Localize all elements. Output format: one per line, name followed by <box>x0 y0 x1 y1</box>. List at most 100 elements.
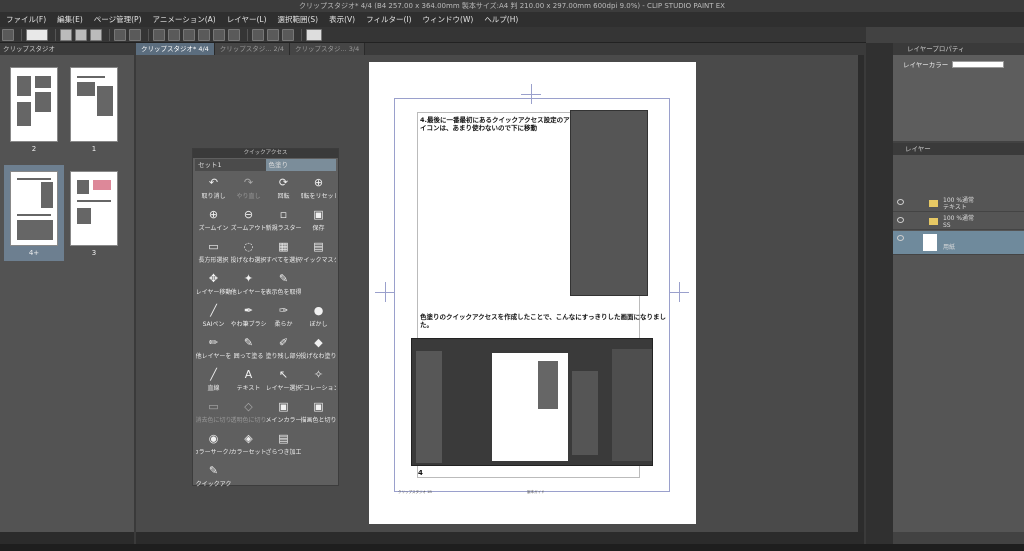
tool-label: 直線 <box>207 385 220 392</box>
crop-icon[interactable] <box>228 28 240 41</box>
quick-access-item[interactable]: ▭ 長方形選択 <box>196 239 231 271</box>
menu-layer[interactable]: レイヤー(L) <box>227 14 267 25</box>
eye-icon[interactable] <box>897 199 904 205</box>
quick-access-item[interactable]: ╱ 直線 <box>196 367 231 399</box>
clear-icon[interactable] <box>168 28 180 41</box>
quick-access-item[interactable]: ✎ 囲って塗る <box>231 335 266 367</box>
tool-label: 長方形選択 <box>198 257 229 264</box>
tool-label: ざらつき加工 <box>266 449 301 456</box>
set-tab-1[interactable]: セット1 <box>195 159 266 171</box>
toolbar-divider <box>301 28 302 41</box>
menu-view[interactable]: 表示(V) <box>329 14 355 25</box>
quick-access-item[interactable]: ⊖ ズームアウト <box>231 207 266 239</box>
quick-access-item[interactable]: ✒ やわ筆ブラシ <box>231 303 266 335</box>
folder-icon <box>929 200 938 207</box>
quick-access-item[interactable] <box>301 431 336 463</box>
menu-file[interactable]: ファイル(F) <box>6 14 46 25</box>
layer-tab[interactable]: レイヤー <box>893 143 1024 155</box>
quick-access-item[interactable]: ✎ クイックアク <box>196 463 231 495</box>
quick-access-item[interactable]: ▭ 消去色に切り <box>196 399 231 431</box>
snap-ruler-icon[interactable] <box>252 28 264 41</box>
quick-access-set-selector: セット1 色塗り <box>195 159 336 171</box>
page-thumbnail-4[interactable]: 4+ <box>4 165 64 261</box>
fill-icon[interactable] <box>183 28 195 41</box>
eye-icon[interactable] <box>897 235 904 241</box>
quick-access-item[interactable]: ✦ 他レイヤーを <box>231 271 266 303</box>
layer-color-label: レイヤーカラー <box>903 61 949 69</box>
menu-animation[interactable]: アニメーション(A) <box>153 14 216 25</box>
menu-window[interactable]: ウィンドウ(W) <box>423 14 474 25</box>
snap-grid-icon[interactable] <box>267 28 279 41</box>
deselect-icon[interactable] <box>198 28 210 41</box>
quick-access-item[interactable]: ▤ クイックマスク <box>301 239 336 271</box>
eye-icon[interactable] <box>897 217 904 223</box>
grid-icon[interactable] <box>2 28 14 41</box>
quick-access-item[interactable] <box>301 271 336 303</box>
tool-icon: ◉ <box>208 432 219 445</box>
quick-access-item[interactable]: ▫ 新規ラスター <box>266 207 301 239</box>
save-icon[interactable] <box>90 28 102 41</box>
tab-document-4[interactable]: クリップスタジオ* 4/4 <box>136 43 215 55</box>
quick-access-item[interactable]: ● ぼかし <box>301 303 336 335</box>
tab-document-3[interactable]: クリップスタジ... 3/4 <box>290 43 366 55</box>
page-manager-panel: クリップスタジオ 2 1 4+ 3 <box>0 43 134 532</box>
menu-filter[interactable]: フィルター(I) <box>366 14 411 25</box>
folder-icon <box>929 218 938 225</box>
layer-row[interactable]: 100 %通常 テキスト <box>893 195 1024 212</box>
help-icon[interactable] <box>306 28 322 41</box>
menu-help[interactable]: ヘルプ(H) <box>484 14 518 25</box>
clip-studio-icon[interactable] <box>26 28 48 41</box>
tool-label: 透明色に切り <box>231 417 266 424</box>
quick-access-item[interactable]: ⊕ 回転をリセット <box>301 175 336 207</box>
quick-access-title[interactable]: クイックアクセス <box>193 149 338 158</box>
quick-access-item[interactable]: ◈ カラーセット <box>231 431 266 463</box>
quick-access-palette[interactable]: クイックアクセス セット1 色塗り ↶取り消し↷やり直し⟳回転⊕回転をリセット ⊕… <box>192 148 339 488</box>
quick-access-item[interactable]: ↖ レイヤー選択 <box>266 367 301 399</box>
new-icon[interactable] <box>60 28 72 41</box>
quick-access-item[interactable]: ✎ 表示色を取得 <box>266 271 301 303</box>
menu-edit[interactable]: 編集(E) <box>57 14 83 25</box>
quick-access-item[interactable]: ▣ 描画色と切り <box>301 399 336 431</box>
page-thumbnail-3[interactable]: 3 <box>64 165 124 261</box>
quick-access-item[interactable]: ▣ 保存 <box>301 207 336 239</box>
quick-access-item[interactable]: ✧ デコレーション <box>301 367 336 399</box>
layer-color-field[interactable] <box>952 60 1005 68</box>
page-thumbnail-2[interactable]: 2 <box>4 61 64 157</box>
quick-access-item[interactable]: ╱ SAIペン <box>196 303 231 335</box>
tool-icon: ▫ <box>279 208 288 221</box>
quick-access-item[interactable]: ▦ すべてを選択 <box>266 239 301 271</box>
canvas-scrollbar[interactable] <box>858 55 864 532</box>
set-tab-2[interactable]: 色塗り <box>265 159 336 171</box>
quick-access-item[interactable]: ↶ 取り消し <box>196 175 231 207</box>
tab-document-2[interactable]: クリップスタジ... 2/4 <box>214 43 291 55</box>
quick-access-item[interactable]: ▣ メインカラー <box>266 399 301 431</box>
quick-access-item[interactable]: ✑ 柔らか <box>266 303 301 335</box>
quick-access-item[interactable]: ⟳ 回転 <box>266 175 301 207</box>
quick-access-item[interactable]: ✏ 他レイヤーを <box>196 335 231 367</box>
quick-access-item[interactable]: ◉ カラーサークル <box>196 431 231 463</box>
quick-access-item[interactable]: A テキスト <box>231 367 266 399</box>
menu-page[interactable]: ページ管理(P) <box>94 14 142 25</box>
transform-icon[interactable] <box>153 28 165 41</box>
quick-access-item[interactable]: ◇ 透明色に切り <box>231 399 266 431</box>
layer-row[interactable]: 用紙 <box>893 231 1024 255</box>
layer-row[interactable]: 100 %通常 SS <box>893 213 1024 230</box>
tool-icon: ✒ <box>243 304 254 317</box>
quick-access-item[interactable]: ▤ ざらつき加工 <box>266 431 301 463</box>
open-icon[interactable] <box>75 28 87 41</box>
quick-access-item[interactable]: ✥ レイヤー移動 <box>196 271 231 303</box>
quick-access-item[interactable]: ⊕ ズームイン <box>196 207 231 239</box>
layer-name: 用紙 <box>943 244 956 251</box>
quick-access-item[interactable]: ◆ 投げなわ塗り <box>301 335 336 367</box>
quick-access-item[interactable]: ◌ 投げなわ選択 <box>231 239 266 271</box>
redo-icon[interactable] <box>129 28 141 41</box>
layer-property-tab[interactable]: レイヤープロパティ <box>893 43 1024 55</box>
quick-access-item[interactable]: ✐ 塗り残し部分 <box>266 335 301 367</box>
page-thumbnail-1[interactable]: 1 <box>64 61 124 157</box>
snap-perspective-icon[interactable] <box>282 28 294 41</box>
quick-access-item[interactable]: ↷ やり直し <box>231 175 266 207</box>
menu-selection[interactable]: 選択範囲(S) <box>278 14 319 25</box>
page-manager-tab[interactable]: クリップスタジオ <box>0 43 134 55</box>
undo-icon[interactable] <box>114 28 126 41</box>
invert-selection-icon[interactable] <box>213 28 225 41</box>
